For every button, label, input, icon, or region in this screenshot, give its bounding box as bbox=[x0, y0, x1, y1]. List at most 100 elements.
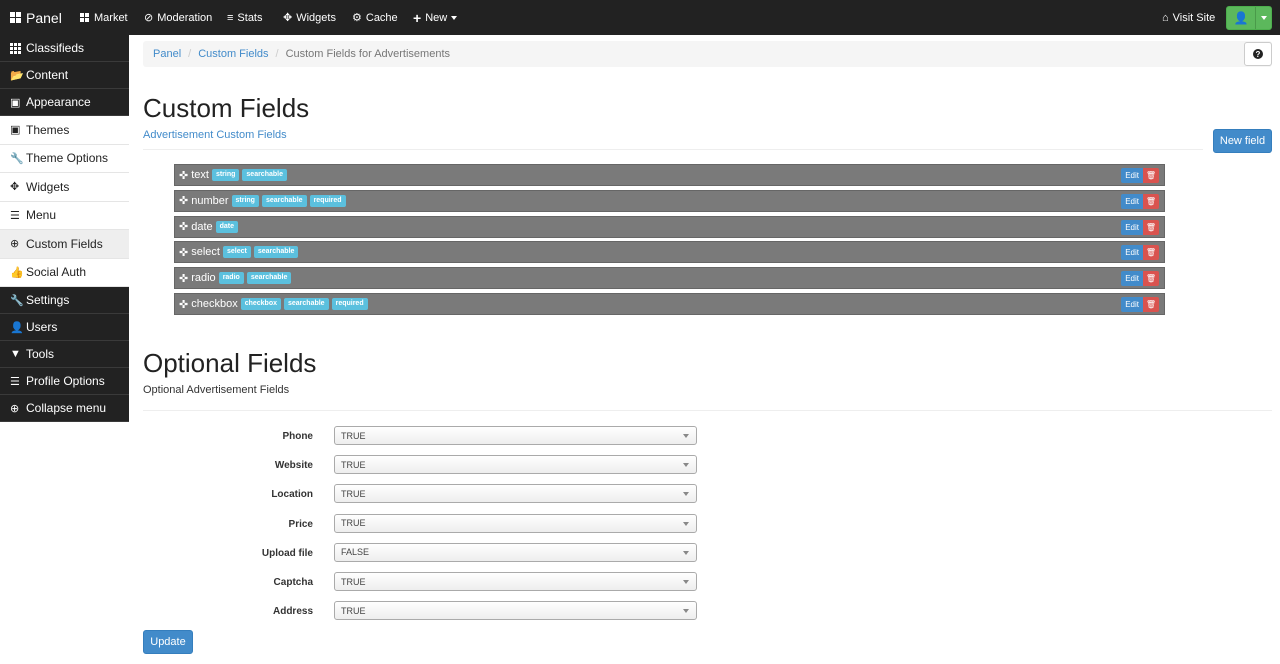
sidebar-item-custom-fields[interactable]: ⊕ Custom Fields bbox=[0, 230, 129, 259]
chevron-down-icon bbox=[451, 15, 458, 20]
optional-field-select[interactable]: TRUE bbox=[334, 572, 697, 591]
chevron-down-icon bbox=[683, 521, 689, 526]
sidebar-item-settings[interactable]: 🔧 Settings bbox=[0, 287, 129, 314]
sidebar-item-users[interactable]: 👤 Users bbox=[0, 314, 129, 341]
move-icon[interactable]: ✜ bbox=[179, 220, 188, 233]
custom-field-row[interactable]: ✜ number string searchable required Edit 🗑 bbox=[174, 189, 1165, 212]
list-icon: ☰ bbox=[10, 209, 20, 222]
sidebar-item-themes[interactable]: ▣ Themes bbox=[0, 116, 129, 145]
field-tag-badge: select bbox=[222, 246, 251, 259]
sidebar-item-label: Widgets bbox=[26, 179, 70, 194]
delete-field-button[interactable]: 🗑 bbox=[1143, 297, 1159, 312]
delete-field-button[interactable]: 🗑 bbox=[1143, 219, 1159, 235]
nav-stats[interactable]: ≡ Stats bbox=[227, 0, 263, 35]
wrench-icon: 🔧 bbox=[10, 294, 24, 307]
custom-fields-subtitle: Advertisement Custom Fields bbox=[143, 129, 287, 141]
th-large-icon bbox=[10, 12, 21, 23]
new-field-button[interactable]: New field bbox=[1213, 129, 1272, 153]
thumbs-up-icon: 👍 bbox=[10, 266, 24, 279]
select-value: TRUE bbox=[341, 430, 366, 441]
user-menu-caret[interactable] bbox=[1256, 16, 1271, 20]
chevron-down-icon bbox=[683, 434, 689, 438]
sidebar-item-menu[interactable]: ☰ Menu bbox=[0, 201, 129, 230]
page-title: Custom Fields bbox=[143, 93, 310, 123]
delete-field-button[interactable]: 🗑 bbox=[1143, 193, 1159, 209]
optional-field-label: Captcha bbox=[273, 577, 313, 588]
nav-moderation[interactable]: ⊘ Moderation bbox=[144, 0, 212, 35]
optional-fields-title: Optional Fields bbox=[143, 348, 317, 378]
nav-widgets-label: Widgets bbox=[296, 11, 336, 24]
nav-widgets[interactable]: ✥ Widgets bbox=[283, 0, 336, 35]
sidebar-item-label: Themes bbox=[26, 122, 70, 137]
delete-field-button[interactable]: 🗑 bbox=[1143, 271, 1159, 287]
help-button[interactable]: ? bbox=[1244, 42, 1272, 66]
custom-field-name: text bbox=[191, 169, 209, 181]
section-divider bbox=[143, 149, 1203, 150]
sidebar-item-collapse-menu[interactable]: ⊕ Collapse menu bbox=[0, 395, 129, 422]
custom-field-row[interactable]: ✜ radio radio searchable Edit 🗑 bbox=[174, 267, 1165, 290]
cog-icon: ⚙ bbox=[352, 12, 362, 24]
custom-field-name: radio bbox=[191, 272, 216, 285]
optional-field-select[interactable]: FALSE bbox=[334, 542, 697, 562]
th-large-icon bbox=[80, 13, 89, 22]
sidebar-item-classifieds[interactable]: Classifieds bbox=[0, 35, 129, 62]
visit-site-label: Visit Site bbox=[1172, 11, 1216, 24]
wrench-icon: 🔧 bbox=[10, 152, 24, 165]
nav-market[interactable]: Market bbox=[80, 0, 128, 35]
custom-field-row[interactable]: ✜ checkbox checkbox searchable required Edit 🗑 bbox=[174, 293, 1165, 315]
field-tag-badge: string bbox=[231, 194, 259, 207]
plus-sign-icon: ⊕ bbox=[10, 402, 20, 415]
picture-icon: ▣ bbox=[10, 96, 21, 109]
edit-field-button[interactable]: Edit bbox=[1121, 297, 1143, 312]
move-icon[interactable]: ✜ bbox=[179, 246, 188, 259]
nav-moderation-label: Moderation bbox=[157, 11, 213, 24]
edit-field-button[interactable]: Edit bbox=[1121, 271, 1143, 287]
nav-cache[interactable]: ⚙ Cache bbox=[352, 0, 398, 35]
edit-field-button[interactable]: Edit bbox=[1121, 193, 1143, 209]
optional-field-label: Upload file bbox=[261, 547, 313, 559]
optional-field-select[interactable]: TRUE bbox=[334, 455, 697, 475]
optional-field-label: Price bbox=[288, 518, 313, 530]
visit-site-link[interactable]: ⌂ Visit Site bbox=[1162, 0, 1215, 35]
sidebar-item-social-auth[interactable]: 👍 Social Auth bbox=[0, 258, 129, 287]
delete-field-button[interactable]: 🗑 bbox=[1143, 168, 1159, 183]
breadcrumb-link-panel[interactable]: Panel bbox=[153, 48, 181, 60]
select-value: TRUE bbox=[341, 488, 366, 499]
optional-field-select[interactable]: TRUE bbox=[334, 484, 697, 504]
move-icon[interactable]: ✜ bbox=[179, 169, 188, 182]
breadcrumb-separator: / bbox=[188, 48, 192, 60]
custom-field-row[interactable]: ✜ text string searchable Edit 🗑 bbox=[174, 164, 1165, 186]
move-icon: ✥ bbox=[10, 181, 20, 194]
sidebar-item-tools[interactable]: ▼ Tools bbox=[0, 341, 129, 368]
breadcrumb-link-custom-fields[interactable]: Custom Fields bbox=[198, 48, 268, 60]
brand-link[interactable]: Panel bbox=[10, 0, 62, 35]
update-button[interactable]: Update bbox=[143, 630, 193, 654]
sidebar-item-appearance[interactable]: ▣ Appearance bbox=[0, 89, 129, 116]
optional-field-select[interactable]: TRUE bbox=[334, 601, 697, 621]
align-left-icon: ≡ bbox=[227, 11, 234, 24]
delete-field-button[interactable]: 🗑 bbox=[1143, 245, 1159, 261]
edit-field-button[interactable]: Edit bbox=[1121, 219, 1143, 235]
nav-new-dropdown[interactable]: + New bbox=[413, 0, 458, 35]
sidebar-item-content[interactable]: 📂 Content bbox=[0, 62, 129, 89]
move-icon[interactable]: ✜ bbox=[179, 298, 188, 311]
select-value: TRUE bbox=[341, 605, 366, 616]
field-tag-badge: radio bbox=[218, 272, 244, 285]
edit-field-button[interactable]: Edit bbox=[1121, 245, 1143, 261]
optional-field-select[interactable]: TRUE bbox=[334, 426, 697, 445]
sidebar-item-theme-options[interactable]: 🔧 Theme Options bbox=[0, 144, 129, 173]
sidebar-item-label: Collapse menu bbox=[26, 401, 107, 415]
sidebar-item-profile-options[interactable]: ☰ Profile Options bbox=[0, 368, 129, 395]
user-menu-button[interactable]: 👤 bbox=[1226, 6, 1272, 30]
sidebar-item-widgets[interactable]: ✥ Widgets bbox=[0, 173, 129, 202]
optional-field-select[interactable]: TRUE bbox=[334, 513, 697, 533]
field-tag-badge: searchable bbox=[284, 298, 329, 310]
move-icon[interactable]: ✜ bbox=[179, 194, 188, 207]
custom-field-row[interactable]: ✜ select select searchable Edit 🗑 bbox=[174, 241, 1165, 264]
select-value: TRUE bbox=[341, 518, 366, 529]
align-justify-icon: ☰ bbox=[10, 375, 20, 388]
custom-field-row[interactable]: ✜ date date Edit 🗑 bbox=[174, 215, 1165, 238]
move-icon[interactable]: ✜ bbox=[179, 272, 188, 285]
edit-field-button[interactable]: Edit bbox=[1121, 168, 1143, 183]
sidebar-item-label: Tools bbox=[26, 347, 55, 361]
